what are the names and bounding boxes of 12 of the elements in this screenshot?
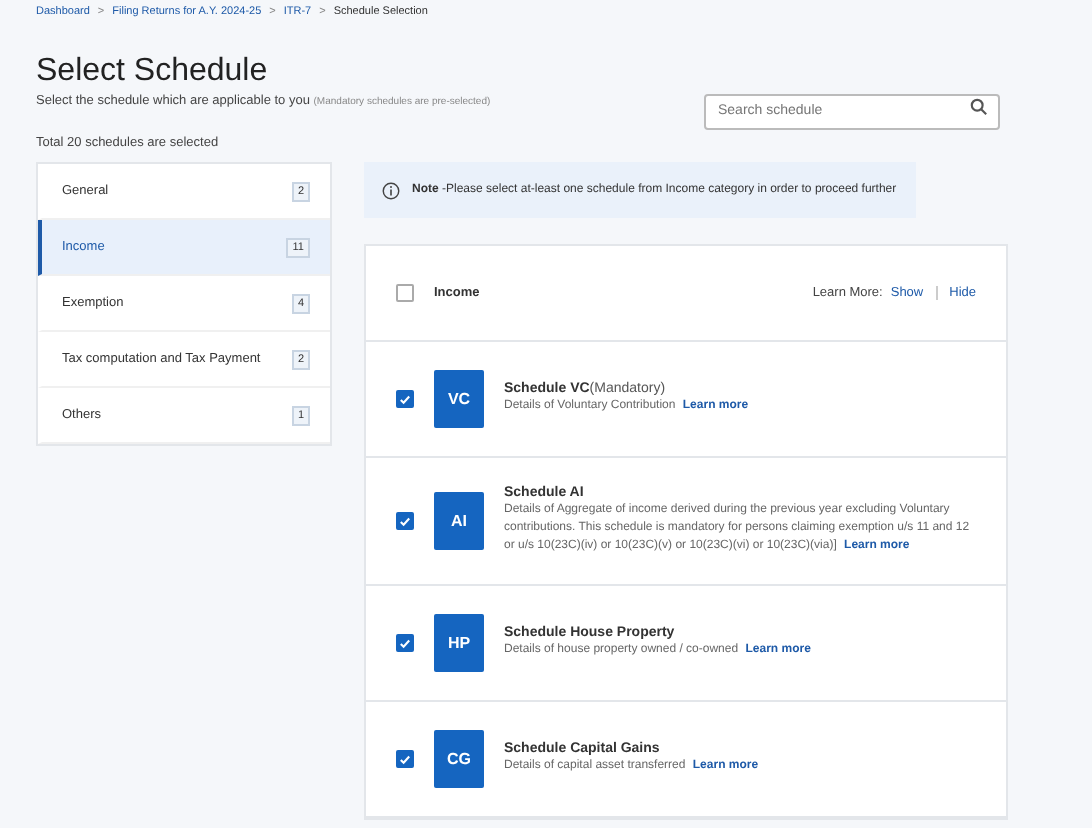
page-title: Select Schedule: [36, 54, 270, 90]
checkbox[interactable]: [396, 512, 414, 530]
checkbox[interactable]: [396, 750, 414, 768]
checkbox[interactable]: [396, 390, 414, 408]
schedule-code-tile: CG: [434, 730, 484, 788]
search-icon: [970, 97, 988, 115]
schedule-code-tile: VC: [434, 370, 484, 428]
checkbox[interactable]: [396, 284, 414, 302]
schedule-code-tile: HP: [434, 614, 484, 672]
info-icon: [382, 181, 400, 199]
checkbox[interactable]: [396, 634, 414, 652]
schedule-code-tile: AI: [434, 492, 484, 550]
